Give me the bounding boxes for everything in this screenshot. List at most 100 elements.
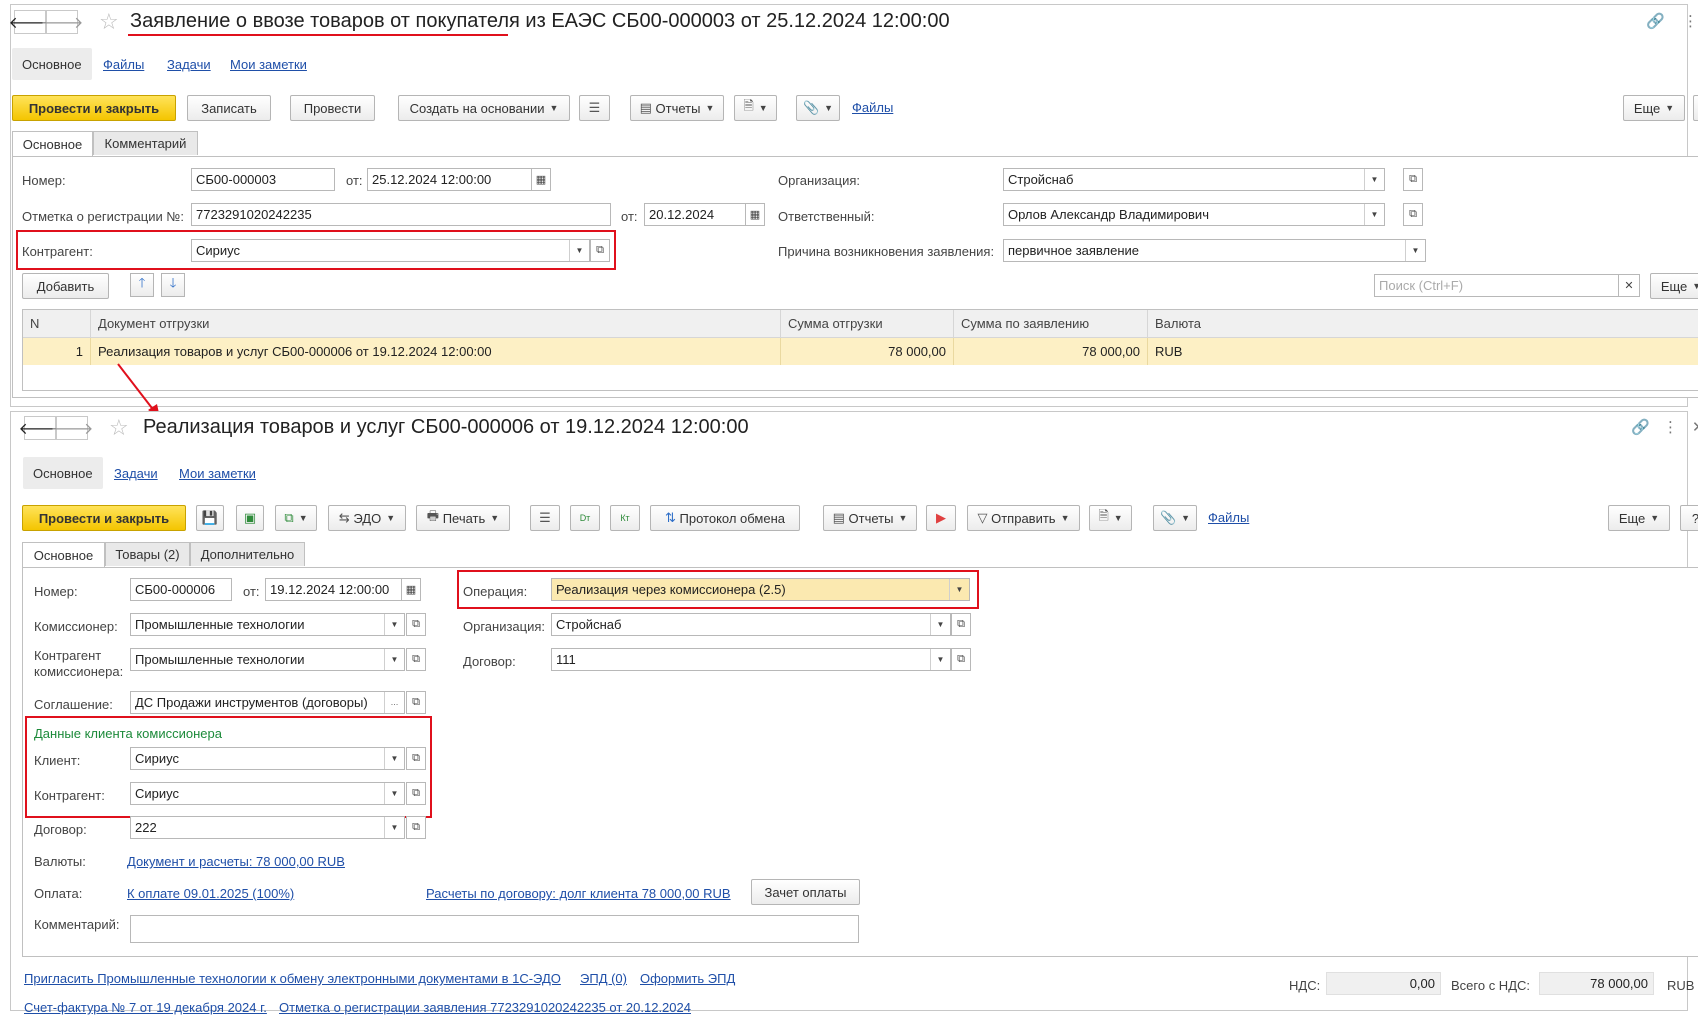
- section-main[interactable]: Основное: [23, 457, 103, 489]
- structure-button[interactable]: ☰: [579, 95, 610, 121]
- settlements-link[interactable]: Расчеты по договору: долг клиента 78 000…: [426, 886, 731, 901]
- commissioner-counterparty-field[interactable]: Промышленные технологии ▼: [130, 648, 405, 671]
- close-icon[interactable]: ✕: [1692, 418, 1698, 436]
- at-kt-report-button[interactable]: Кт: [610, 505, 640, 531]
- registration-link[interactable]: Отметка о регистрации заявления 77232910…: [279, 1000, 691, 1015]
- clear-search-icon[interactable]: ✕: [1618, 274, 1640, 297]
- post-button[interactable]: Провести: [290, 95, 375, 121]
- table-cell-document[interactable]: Реализация товаров и услуг СБ00-000006 о…: [91, 338, 781, 365]
- link-icon[interactable]: 🔗: [1631, 418, 1650, 436]
- calendar-icon[interactable]: ▦: [401, 578, 421, 601]
- number-field[interactable]: СБ00-000003: [191, 168, 335, 191]
- date-field[interactable]: 25.12.2024 12:00:00: [367, 168, 532, 191]
- open-icon[interactable]: ⧉: [406, 691, 426, 714]
- create-based-icon[interactable]: ⧉ ▼: [275, 505, 317, 531]
- exchange-protocol-button[interactable]: ⇅ Протокол обмена: [650, 505, 800, 531]
- more-vertical-icon[interactable]: ⋮: [1683, 12, 1698, 30]
- move-down-icon[interactable]: 🡓: [161, 273, 185, 297]
- tab-additional[interactable]: Дополнительно: [190, 542, 305, 566]
- open-icon[interactable]: ⧉: [1403, 203, 1423, 226]
- responsible-field[interactable]: Орлов Александр Владимирович ▼: [1003, 203, 1385, 226]
- files-link[interactable]: Файлы: [1208, 510, 1249, 525]
- tab-comment[interactable]: Комментарий: [93, 131, 198, 155]
- table-cell-shipment-sum[interactable]: 78 000,00: [781, 338, 954, 365]
- calendar-icon[interactable]: ▦: [745, 203, 765, 226]
- section-tasks[interactable]: Задачи: [104, 457, 168, 489]
- table-cell-n[interactable]: 1: [23, 338, 91, 365]
- commissioner-field[interactable]: Промышленные технологии ▼: [130, 613, 405, 636]
- help-button[interactable]: ?: [1693, 95, 1698, 121]
- attach-button[interactable]: 📎 ▼: [1153, 505, 1197, 531]
- open-icon[interactable]: ⧉: [406, 648, 426, 671]
- column-header-shipment-sum[interactable]: Сумма отгрузки: [781, 310, 954, 338]
- payment-link[interactable]: К оплате 09.01.2025 (100%): [127, 886, 294, 901]
- star-icon[interactable]: ☆: [99, 11, 119, 33]
- payment-offset-button[interactable]: Зачет оплаты: [751, 879, 860, 905]
- number-field[interactable]: СБ00-000006: [130, 578, 232, 601]
- open-icon[interactable]: ⧉: [406, 613, 426, 636]
- reason-field[interactable]: первичное заявление ▼: [1003, 239, 1426, 262]
- table-more-button[interactable]: Еще ▼: [1650, 273, 1698, 299]
- dropdown-icon[interactable]: ▼: [1364, 169, 1384, 190]
- section-notes[interactable]: Мои заметки: [220, 48, 317, 80]
- add-row-button[interactable]: Добавить: [22, 273, 109, 299]
- column-header-n[interactable]: N: [23, 310, 91, 338]
- dropdown-icon[interactable]: ▼: [1364, 204, 1384, 225]
- open-icon[interactable]: ⧉: [1403, 168, 1423, 191]
- more-vertical-icon[interactable]: ⋮: [1663, 418, 1678, 436]
- link-icon[interactable]: 🔗: [1646, 12, 1665, 30]
- star-icon[interactable]: ☆: [109, 417, 129, 439]
- save-icon[interactable]: 💾: [196, 505, 224, 531]
- open-icon[interactable]: ⧉: [951, 613, 971, 636]
- open-icon[interactable]: ⧉: [406, 816, 426, 839]
- registration-number-field[interactable]: 7723291020242235: [191, 203, 611, 226]
- forward-arrow-icon[interactable]: 🡒: [51, 416, 93, 440]
- section-files[interactable]: Файлы: [93, 48, 154, 80]
- more-button[interactable]: Еще ▼: [1608, 505, 1670, 531]
- more-button[interactable]: Еще ▼: [1623, 95, 1685, 121]
- files-link[interactable]: Файлы: [852, 100, 893, 115]
- date-field[interactable]: 19.12.2024 12:00:00: [265, 578, 402, 601]
- dropdown-icon[interactable]: ▼: [1405, 240, 1425, 261]
- table-cell-claim-sum[interactable]: 78 000,00: [954, 338, 1148, 365]
- registration-date-field[interactable]: 20.12.2024: [644, 203, 746, 226]
- invoice-link[interactable]: Счет-фактура № 7 от 19 декабря 2024 г.: [24, 1000, 267, 1015]
- edo-button[interactable]: ⇆ ЭДО ▼: [328, 505, 406, 531]
- section-notes[interactable]: Мои заметки: [169, 457, 266, 489]
- reports-button[interactable]: ▤ Отчеты ▼: [630, 95, 724, 121]
- save-button[interactable]: Записать: [187, 95, 271, 121]
- contract2-field[interactable]: 222 ▼: [130, 816, 405, 839]
- print-forms-button[interactable]: 🗎 ▼: [734, 95, 777, 121]
- post-and-close-button[interactable]: Провести и закрыть: [12, 95, 176, 121]
- section-tasks[interactable]: Задачи: [157, 48, 221, 80]
- reports-button[interactable]: ▤ Отчеты ▼: [823, 505, 917, 531]
- organization-field[interactable]: Стройснаб ▼: [1003, 168, 1385, 191]
- dropdown-icon[interactable]: ▼: [384, 614, 404, 635]
- open-icon[interactable]: ⧉: [951, 648, 971, 671]
- table-cell-currency[interactable]: RUB: [1148, 338, 1698, 365]
- comment-field[interactable]: [130, 915, 859, 943]
- currency-link[interactable]: Документ и расчеты: 78 000,00 RUB: [127, 854, 345, 869]
- structure-button[interactable]: ☰: [530, 505, 560, 531]
- post-icon[interactable]: ▣: [236, 505, 264, 531]
- column-header-currency[interactable]: Валюта: [1148, 310, 1698, 338]
- post-and-close-button[interactable]: Провести и закрыть: [22, 505, 186, 531]
- invite-edo-link[interactable]: Пригласить Промышленные технологии к обм…: [24, 971, 561, 986]
- column-header-document[interactable]: Документ отгрузки: [91, 310, 781, 338]
- move-up-icon[interactable]: 🡑: [130, 273, 154, 297]
- print-button[interactable]: 🖶 Печать ▼: [416, 505, 510, 531]
- dropdown-icon[interactable]: ▼: [930, 649, 950, 670]
- dropdown-icon[interactable]: ▼: [384, 817, 404, 838]
- print-forms-button[interactable]: 🗎 ▼: [1089, 505, 1132, 531]
- forward-arrow-icon[interactable]: 🡒: [41, 10, 83, 34]
- contract-field[interactable]: 111 ▼: [551, 648, 951, 671]
- agreement-field[interactable]: ДС Продажи инструментов (договоры)…: [130, 691, 405, 714]
- tab-main[interactable]: Основное: [22, 542, 105, 567]
- help-button[interactable]: ?: [1680, 505, 1698, 531]
- tab-main[interactable]: Основное: [12, 131, 93, 156]
- organization-field[interactable]: Стройснаб ▼: [551, 613, 951, 636]
- dropdown-icon[interactable]: ▼: [384, 649, 404, 670]
- column-header-claim-sum[interactable]: Сумма по заявлению: [954, 310, 1148, 338]
- dropdown-icon[interactable]: ▼: [930, 614, 950, 635]
- issue-epd-link[interactable]: Оформить ЭПД: [640, 971, 735, 986]
